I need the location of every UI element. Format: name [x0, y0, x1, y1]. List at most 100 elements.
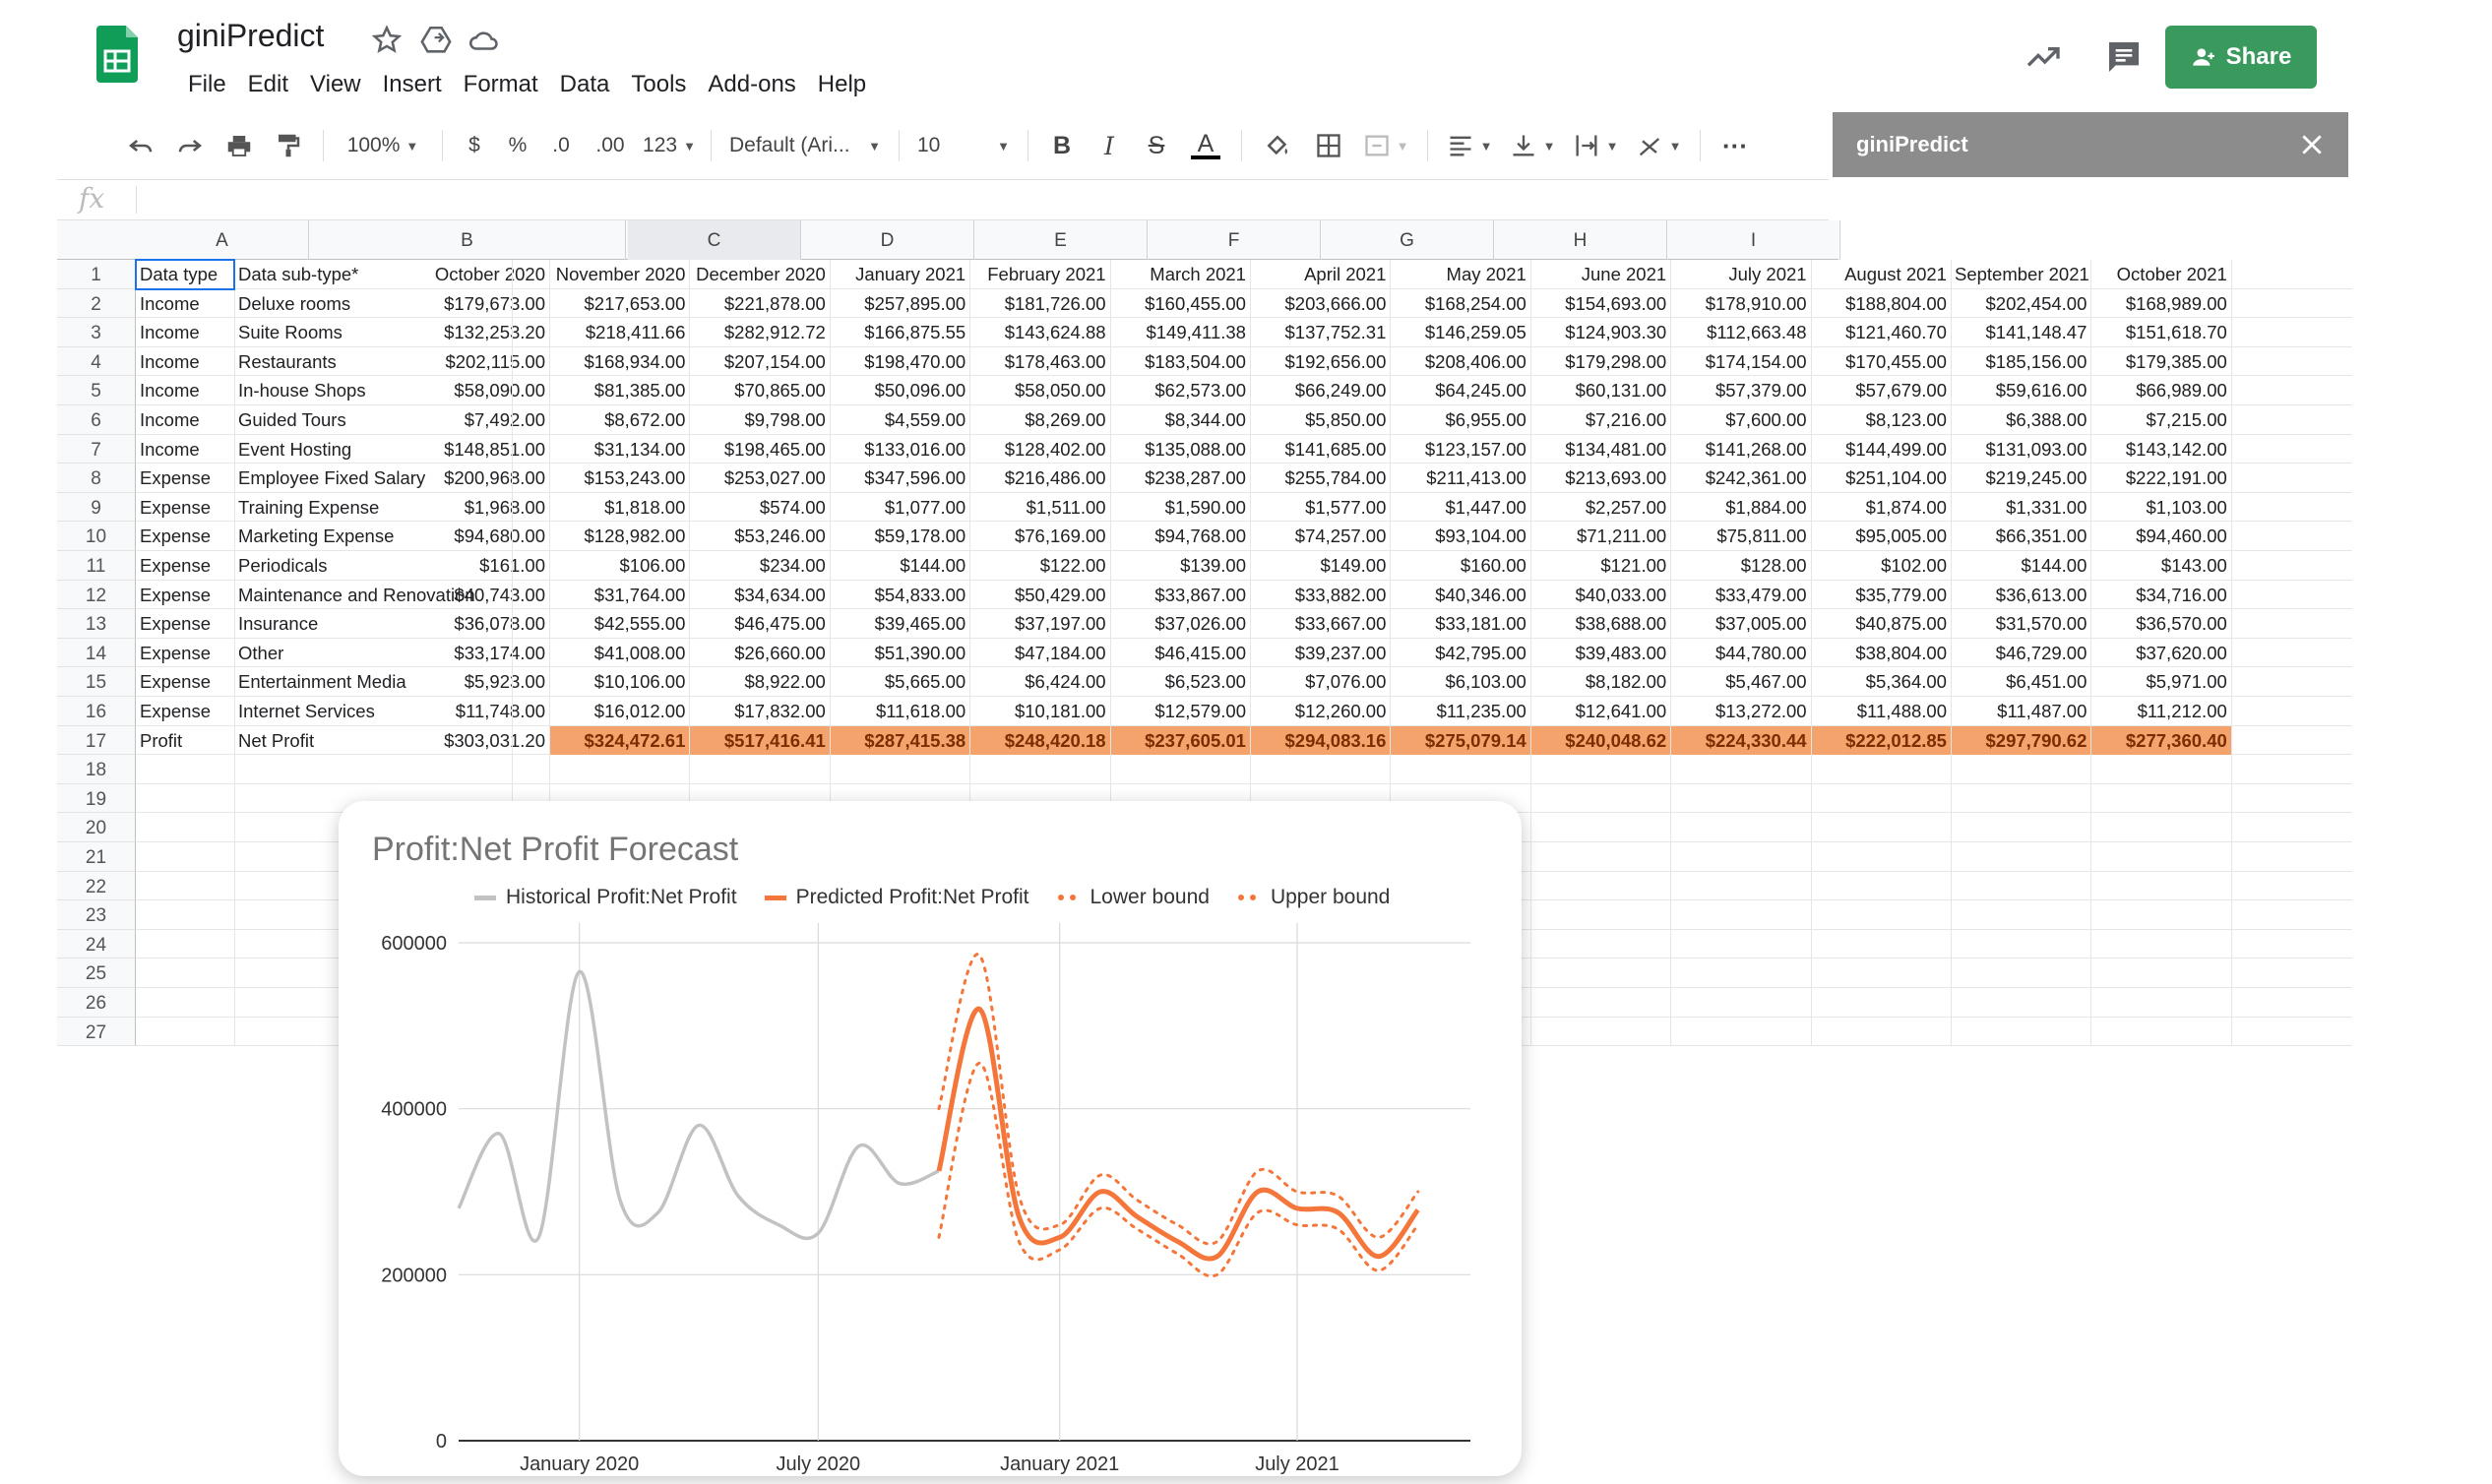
grid-cell[interactable]: $202,115.00 — [402, 347, 549, 377]
row-header-14[interactable]: 14 — [57, 638, 136, 668]
grid-cell[interactable]: $257,895.00 — [830, 289, 969, 319]
share-button[interactable]: Share — [2165, 26, 2317, 89]
grid-cell[interactable]: $2,257.00 — [1530, 493, 1670, 523]
grid-cell[interactable]: November 2020 — [549, 260, 689, 289]
grid-cell[interactable]: $251,104.00 — [1811, 464, 1951, 493]
grid-cell[interactable]: $50,429.00 — [969, 581, 1109, 610]
grid-cell[interactable]: $74,257.00 — [1250, 522, 1390, 551]
grid-cell[interactable]: $134,481.00 — [1530, 435, 1670, 464]
grid-cell[interactable]: $38,688.00 — [1530, 609, 1670, 639]
grid-cell[interactable]: $574.00 — [689, 493, 829, 523]
grid-cell[interactable]: $47,184.00 — [969, 639, 1109, 668]
grid-cell[interactable]: $207,154.00 — [689, 347, 829, 377]
row-header-8[interactable]: 8 — [57, 464, 136, 493]
column-header-d[interactable]: D — [801, 220, 974, 260]
grid-cell[interactable]: July 2021 — [1670, 260, 1810, 289]
grid-cell[interactable]: $131,093.00 — [1951, 435, 2090, 464]
grid-cell[interactable]: Income — [136, 289, 234, 319]
grid-cell[interactable]: August 2021 — [1811, 260, 1951, 289]
grid-cell[interactable]: $282,912.72 — [689, 318, 829, 347]
grid-cell[interactable]: $181,726.00 — [969, 289, 1109, 319]
grid-cell[interactable]: $208,406.00 — [1390, 347, 1529, 377]
grid-cell[interactable]: $112,663.48 — [1670, 318, 1810, 347]
grid-cell[interactable]: $13,272.00 — [1670, 697, 1810, 726]
grid-cell[interactable]: $33,667.00 — [1250, 609, 1390, 639]
grid-cell[interactable]: $40,875.00 — [1811, 609, 1951, 639]
grid-cell[interactable]: Expense — [136, 667, 234, 697]
grid-cell[interactable]: $37,026.00 — [1110, 609, 1250, 639]
column-header-b[interactable]: B — [309, 220, 626, 260]
grid-cell[interactable]: $160,455.00 — [1110, 289, 1250, 319]
grid-cell[interactable]: $234.00 — [689, 551, 829, 581]
grid-cell[interactable]: $7,600.00 — [1670, 405, 1810, 435]
cloud-status-icon[interactable] — [467, 24, 500, 57]
grid-cell[interactable]: $7,215.00 — [2090, 405, 2230, 435]
fill-color-icon[interactable] — [1252, 124, 1303, 167]
bold-button[interactable]: B — [1038, 124, 1086, 167]
row-header-13[interactable]: 13 — [57, 609, 136, 639]
grid-cell[interactable]: $1,447.00 — [1390, 493, 1529, 523]
grid-cell[interactable]: April 2021 — [1250, 260, 1390, 289]
grid-cell[interactable]: $75,811.00 — [1670, 522, 1810, 551]
row-header-26[interactable]: 26 — [57, 988, 136, 1018]
grid-cell[interactable]: Income — [136, 435, 234, 464]
grid-cell[interactable]: $34,634.00 — [689, 581, 829, 610]
grid-cell[interactable]: Expense — [136, 493, 234, 523]
grid-cell[interactable]: $121,460.70 — [1811, 318, 1951, 347]
grid-cell[interactable]: $95,005.00 — [1811, 522, 1951, 551]
grid-cell[interactable]: $42,795.00 — [1390, 639, 1529, 668]
borders-icon[interactable] — [1303, 124, 1354, 167]
grid-cell[interactable]: $10,106.00 — [549, 667, 689, 697]
grid-cell[interactable]: $33,174.00 — [402, 639, 549, 668]
grid-cell[interactable]: $31,764.00 — [549, 581, 689, 610]
grid-cell[interactable]: $46,475.00 — [689, 609, 829, 639]
zoom-select[interactable]: 100% ▼ — [334, 124, 432, 167]
grid-cell[interactable]: $141,148.47 — [1951, 318, 2090, 347]
grid-cell[interactable]: $94,768.00 — [1110, 522, 1250, 551]
row-header-9[interactable]: 9 — [57, 492, 136, 523]
grid-cell[interactable]: $17,832.00 — [689, 697, 829, 726]
grid-cell[interactable]: $166,875.55 — [830, 318, 969, 347]
grid-cell[interactable]: Expense — [136, 522, 234, 551]
menu-format[interactable]: Format — [453, 67, 549, 102]
grid-cell[interactable]: $94,680.00 — [402, 522, 549, 551]
grid-cell[interactable]: $1,103.00 — [2090, 493, 2230, 523]
grid-cell[interactable]: March 2021 — [1110, 260, 1250, 289]
grid-cell[interactable]: $1,818.00 — [549, 493, 689, 523]
grid-cell[interactable]: $133,016.00 — [830, 435, 969, 464]
grid-cell[interactable]: $57,679.00 — [1811, 376, 1951, 405]
grid-cell[interactable]: $135,088.00 — [1110, 435, 1250, 464]
grid-cell[interactable]: October 2020 — [402, 260, 549, 289]
grid-cell[interactable]: Income — [136, 347, 234, 377]
row-header-10[interactable]: 10 — [57, 522, 136, 551]
grid-cell[interactable]: $324,472.61 — [549, 725, 690, 756]
grid-cell[interactable]: $1,511.00 — [969, 493, 1109, 523]
grid-cell[interactable]: $122.00 — [969, 551, 1109, 581]
grid-cell[interactable]: $9,798.00 — [689, 405, 829, 435]
grid-cell[interactable]: $11,618.00 — [830, 697, 969, 726]
forecast-chart-card[interactable]: 600000 400000 200000 0 January 2020 July 2020… — [339, 801, 1522, 1476]
menu-file[interactable]: File — [177, 67, 237, 102]
grid-cell[interactable]: Expense — [136, 464, 234, 493]
grid-cell[interactable]: $238,287.00 — [1110, 464, 1250, 493]
grid-cell[interactable]: $144.00 — [830, 551, 969, 581]
grid-cell[interactable]: $33,882.00 — [1250, 581, 1390, 610]
paint-format-icon[interactable] — [264, 124, 313, 167]
grid-cell[interactable]: $71,211.00 — [1530, 522, 1670, 551]
grid-cell[interactable]: Data type — [136, 260, 234, 289]
grid-cell[interactable]: $168,989.00 — [2090, 289, 2230, 319]
grid-cell[interactable]: $34,716.00 — [2090, 581, 2230, 610]
grid-cell[interactable]: $8,182.00 — [1530, 667, 1670, 697]
grid-cell[interactable]: $35,779.00 — [1811, 581, 1951, 610]
grid-cell[interactable]: $40,743.00 — [402, 581, 549, 610]
menu-insert[interactable]: Insert — [372, 67, 453, 102]
row-header-20[interactable]: 20 — [57, 813, 136, 842]
grid-cell[interactable]: $11,488.00 — [1811, 697, 1951, 726]
text-wrapping-icon[interactable]: ▼ — [1564, 124, 1627, 167]
row-header-24[interactable]: 24 — [57, 929, 136, 959]
grid-cell[interactable]: $200,968.00 — [402, 464, 549, 493]
grid-cell[interactable]: $37,620.00 — [2090, 639, 2230, 668]
grid-cell[interactable]: $1,077.00 — [830, 493, 969, 523]
grid-cell[interactable]: $179,298.00 — [1530, 347, 1670, 377]
grid-cell[interactable]: Profit — [136, 726, 234, 756]
